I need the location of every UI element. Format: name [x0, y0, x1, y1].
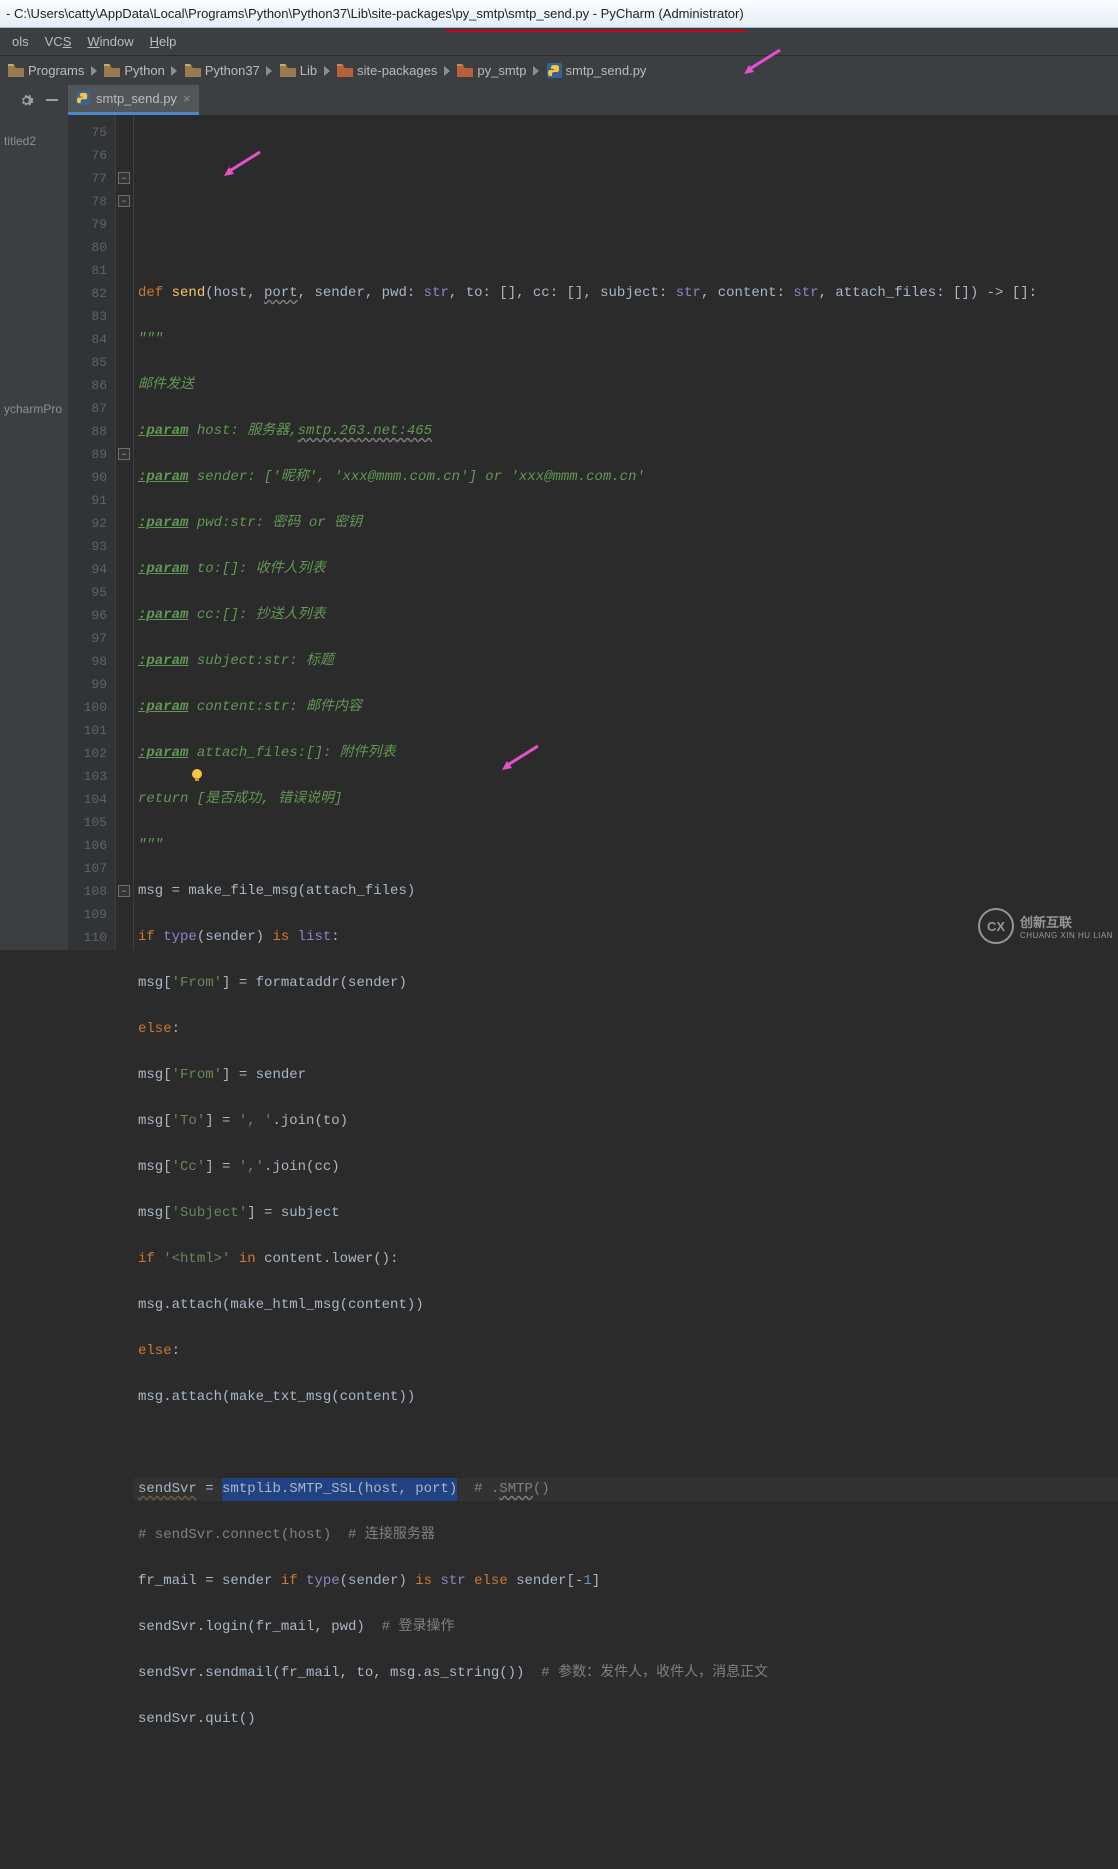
- crumb-label: Lib: [300, 63, 317, 78]
- python-file-icon: [76, 91, 90, 105]
- chevron-right-icon: [441, 66, 453, 76]
- project-tool-window[interactable]: titled2 ycharmPro: [0, 115, 68, 950]
- menu-vcs[interactable]: VCS: [37, 30, 80, 53]
- breadcrumb: Programs Python Python37 Lib site-packag…: [0, 55, 1118, 85]
- crumb-python37[interactable]: Python37: [181, 63, 264, 78]
- crumb-py-smtp[interactable]: py_smtp: [453, 63, 530, 78]
- window-title: - C:\Users\catty\AppData\Local\Programs\…: [6, 6, 744, 21]
- menubar: ols VCS Window Help: [0, 28, 1118, 55]
- crumb-label: Programs: [28, 63, 84, 78]
- crumb-label: Python37: [205, 63, 260, 78]
- fold-expand-icon[interactable]: −: [118, 448, 130, 460]
- crumb-lib[interactable]: Lib: [276, 63, 321, 78]
- menu-tools[interactable]: ols: [4, 30, 37, 53]
- code-area[interactable]: def send(host, port, sender, pwd: str, t…: [134, 115, 1118, 950]
- fold-collapse-icon[interactable]: −: [118, 195, 130, 207]
- tree-node[interactable]: ycharmPro: [0, 399, 68, 419]
- tabs: smtp_send.py ×: [68, 85, 199, 115]
- menu-window[interactable]: Window: [79, 30, 141, 53]
- crumb-label: site-packages: [357, 63, 437, 78]
- folder-icon: [185, 64, 201, 77]
- titlebar: - C:\Users\catty\AppData\Local\Programs\…: [0, 0, 1118, 28]
- gutter: 7576777879808182838485868788899091929394…: [68, 115, 116, 950]
- gear-icon[interactable]: [18, 92, 34, 108]
- chevron-right-icon: [321, 66, 333, 76]
- crumb-site-packages[interactable]: site-packages: [333, 63, 441, 78]
- fold-end-icon[interactable]: −: [118, 885, 130, 897]
- watermark-text: 创新互联: [1020, 912, 1113, 931]
- chevron-right-icon: [264, 66, 276, 76]
- crumb-python[interactable]: Python: [100, 63, 168, 78]
- fold-collapse-icon[interactable]: −: [118, 172, 130, 184]
- folder-icon: [104, 64, 120, 77]
- fold-column[interactable]: − − − −: [116, 115, 134, 950]
- intention-bulb-icon[interactable]: [140, 745, 154, 759]
- editor[interactable]: 7576777879808182838485868788899091929394…: [68, 115, 1118, 950]
- chevron-right-icon: [531, 66, 543, 76]
- tab-row: smtp_send.py ×: [0, 85, 1118, 115]
- chevron-right-icon: [169, 66, 181, 76]
- menu-help[interactable]: Help: [142, 30, 185, 53]
- watermark: CX 创新互联 CHUANG XIN HU LIAN: [978, 902, 1118, 950]
- close-icon[interactable]: ×: [183, 91, 191, 106]
- crumb-programs[interactable]: Programs: [4, 63, 88, 78]
- tab-smtp-send[interactable]: smtp_send.py ×: [68, 85, 199, 115]
- folder-icon: [457, 64, 473, 77]
- crumb-label: smtp_send.py: [566, 63, 647, 78]
- chevron-right-icon: [88, 66, 100, 76]
- folder-icon: [337, 64, 353, 77]
- python-file-icon: [547, 63, 562, 78]
- crumb-label: py_smtp: [477, 63, 526, 78]
- crumb-label: Python: [124, 63, 164, 78]
- folder-icon: [8, 64, 24, 77]
- folder-icon: [280, 64, 296, 77]
- minimize-icon[interactable]: [44, 92, 60, 108]
- crumb-file[interactable]: smtp_send.py: [543, 63, 651, 78]
- tree-node[interactable]: titled2: [0, 131, 68, 151]
- left-toolbar: [0, 85, 68, 115]
- tab-label: smtp_send.py: [96, 91, 177, 106]
- watermark-logo-icon: CX: [978, 908, 1014, 944]
- watermark-subtext: CHUANG XIN HU LIAN: [1020, 931, 1113, 940]
